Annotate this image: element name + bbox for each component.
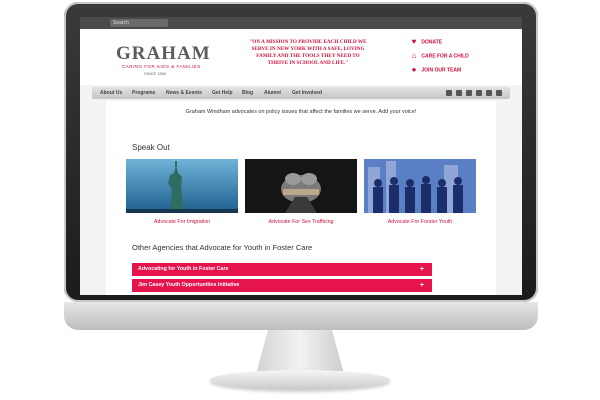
heart-icon: ♥ <box>411 37 417 46</box>
other-agencies-heading: Other Agencies that Advocate for Youth i… <box>132 243 313 252</box>
accordion-item[interactable]: Jim Casey Youth Opportunities Initiative… <box>132 279 432 292</box>
graham-logo[interactable]: GRAHAM <box>116 43 211 65</box>
mission-statement: "ON A MISSION TO PROVIDE EACH CHILD WE S… <box>249 39 367 66</box>
logo-tagline: CARING FOR KIDS & FAMILIES <box>122 64 201 69</box>
person-icon: ● <box>411 65 417 74</box>
nav-about-us[interactable]: About Us <box>100 87 122 99</box>
search-input[interactable]: Search <box>110 19 168 27</box>
site-header: GRAHAM CARING FOR KIDS & FAMILIES SINCE … <box>80 29 522 85</box>
nav-alumni[interactable]: Alumni <box>264 87 281 99</box>
rss-icon[interactable] <box>496 90 502 96</box>
join-team-link[interactable]: ● JOIN OUR TEAM <box>408 65 462 75</box>
twitter-icon[interactable] <box>456 90 462 96</box>
foster-youth-photo[interactable] <box>364 159 476 213</box>
immigration-link[interactable]: Advocate For Imigration <box>126 219 238 225</box>
nav-get-help[interactable]: Get Help <box>212 87 233 99</box>
accordion-label: Advocating for Youth in Foster Care <box>138 266 229 272</box>
monitor-stand <box>256 330 344 374</box>
youtube-icon[interactable] <box>476 90 482 96</box>
house-icon: ⌂ <box>411 51 417 60</box>
main-nav: About Us Programs News & Events Get Help… <box>92 87 510 99</box>
main-content: Graham Windham advocates on policy issue… <box>106 101 496 295</box>
immigration-photo[interactable] <box>126 159 238 213</box>
nav-programs[interactable]: Programs <box>132 87 155 99</box>
facebook-icon[interactable] <box>446 90 452 96</box>
accordion-label: Jim Casey Youth Opportunities Initiative <box>138 282 240 288</box>
care-for-child-link[interactable]: ⌂ CARE FOR A CHILD <box>408 51 469 61</box>
trafficking-photo[interactable] <box>245 159 357 213</box>
nav-get-involved[interactable]: Get Involved <box>292 87 322 99</box>
logo-since: SINCE 1806 <box>144 71 167 76</box>
trafficking-link[interactable]: Advocate For Sex Trafficing <box>245 219 357 225</box>
flickr-icon[interactable] <box>466 90 472 96</box>
monitor-base <box>210 370 390 390</box>
speak-out-heading: Speak Out <box>132 143 170 152</box>
website-screen: Search GRAHAM CARING FOR KIDS & FAMILIES… <box>80 17 522 295</box>
donate-label: DONATE <box>421 39 443 46</box>
top-bar: Search <box>80 17 522 29</box>
donate-link[interactable]: ♥ DONATE <box>408 37 443 47</box>
email-icon[interactable] <box>486 90 492 96</box>
plus-icon: + <box>419 282 424 289</box>
plus-icon: + <box>419 266 424 273</box>
foster-youth-link[interactable]: Advocate For Forster Youth <box>364 219 476 225</box>
monitor-chin <box>64 302 538 330</box>
intro-text: Graham Windham advocates on policy issue… <box>185 109 417 115</box>
care-for-child-label: CARE FOR A CHILD <box>421 53 469 60</box>
accordion-item[interactable]: Advocating for Youth in Foster Care + <box>132 263 432 276</box>
join-team-label: JOIN OUR TEAM <box>421 67 462 74</box>
nav-news-events[interactable]: News & Events <box>166 87 202 99</box>
nav-blog[interactable]: Blog <box>242 87 253 99</box>
